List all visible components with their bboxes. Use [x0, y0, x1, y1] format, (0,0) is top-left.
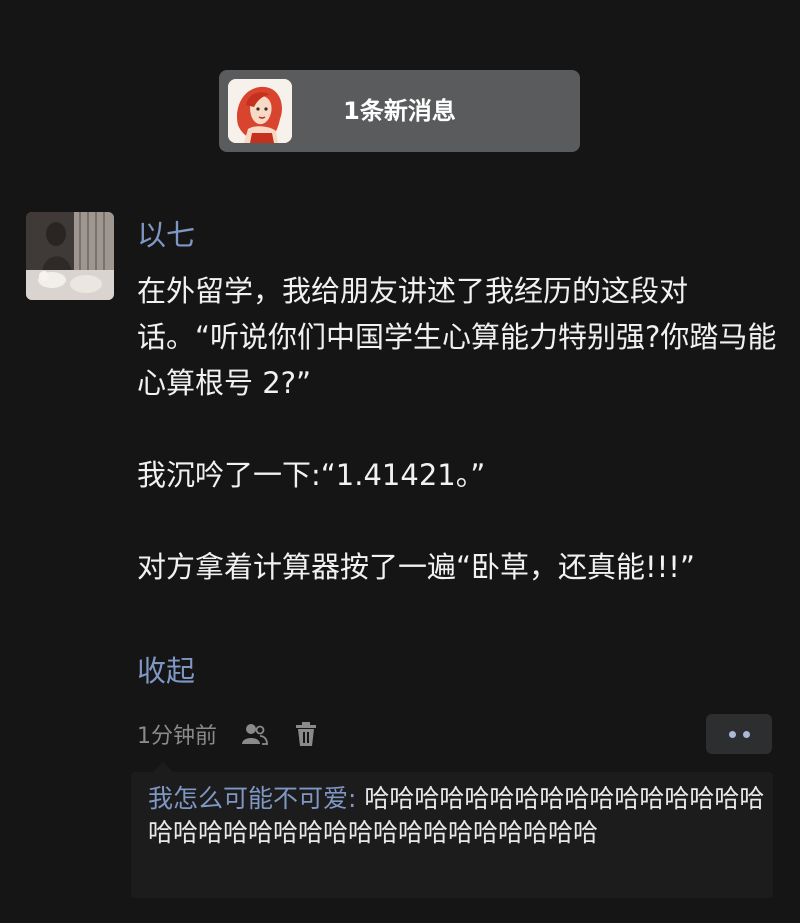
trash-icon[interactable]	[291, 719, 321, 749]
cartoon-girl-avatar-icon	[228, 79, 292, 143]
more-dots-icon[interactable]	[706, 714, 772, 754]
post-meta: 1分钟前	[137, 716, 321, 752]
photo-avatar-icon	[26, 212, 114, 300]
comment-item[interactable]: 我怎么可能不可爱: 哈哈哈哈哈哈哈哈哈哈哈哈哈哈哈哈哈哈哈哈哈哈哈哈哈哈哈哈哈哈…	[148, 782, 768, 850]
comment-author[interactable]: 我怎么可能不可爱	[148, 784, 348, 813]
post-paragraph: 对方拿着计算器按了一遍“卧草，还真能!!!”	[137, 550, 695, 584]
notification-avatar	[228, 79, 292, 143]
user-like-icon[interactable]	[239, 719, 269, 749]
post-content: 在外留学，我给朋友讲述了我经历的这段对话。“听说你们中国学生心算能力特别强?你踏…	[137, 268, 777, 590]
post-time: 1分钟前	[137, 724, 217, 749]
dot	[728, 730, 736, 738]
comment-separator: :	[348, 784, 365, 813]
post-paragraph: 在外留学，我给朋友讲述了我经历的这段对话。“听说你们中国学生心算能力特别强?你踏…	[137, 274, 777, 400]
new-message-label: 1条新消息	[343, 97, 456, 125]
new-message-banner[interactable]: 1条新消息	[219, 70, 580, 152]
dot	[742, 730, 750, 738]
collapse-link[interactable]: 收起	[137, 648, 195, 694]
author-avatar[interactable]	[26, 212, 114, 300]
author-name[interactable]: 以七	[137, 215, 195, 255]
moments-page: 1条新消息 以七 在外留学，我给朋友讲述了我经历的这段对话。“听说你们中国学生心…	[0, 0, 800, 923]
post-paragraph: 我沉吟了一下:“1.41421。”	[137, 458, 486, 492]
